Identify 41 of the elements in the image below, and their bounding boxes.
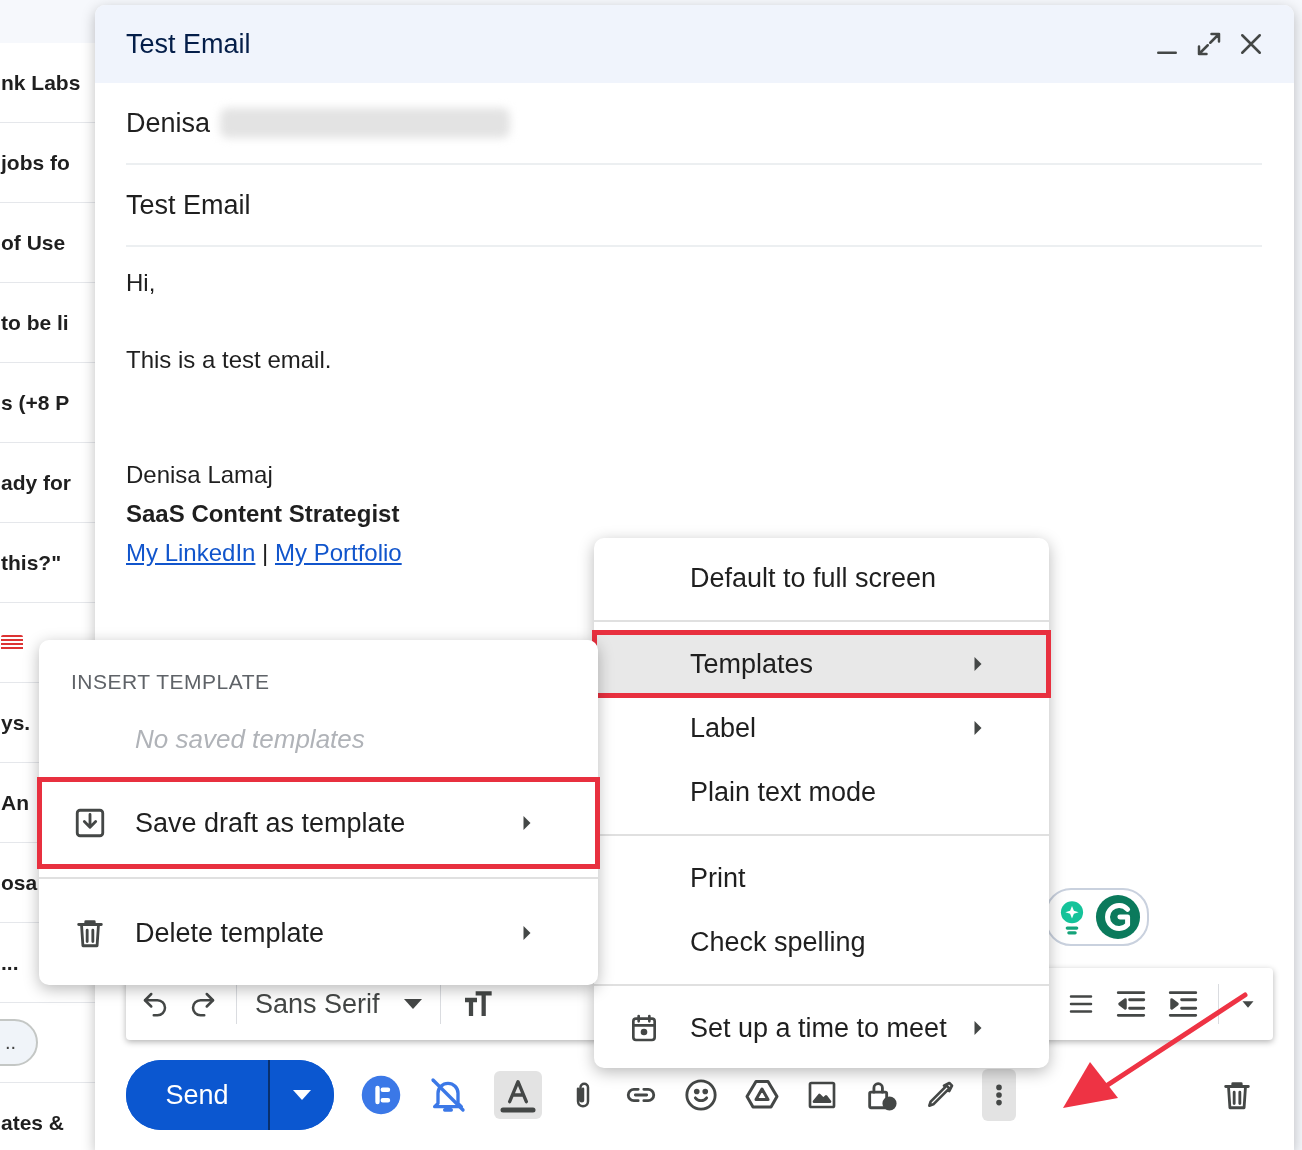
email-subject[interactable]: ... <box>1 950 19 975</box>
email-subject[interactable]: ys. <box>1 710 31 735</box>
link[interactable]: My LinkedIn <box>126 538 256 566</box>
link[interactable]: My Portfolio <box>275 538 402 566</box>
body-text: Hi, <box>126 269 157 298</box>
recipient-name: Denisa <box>126 107 211 139</box>
separator-text: | <box>262 538 269 566</box>
image-icon[interactable] <box>806 1079 838 1111</box>
email-subject[interactable]: this?" <box>1 550 62 575</box>
bell-off-icon[interactable] <box>428 1075 468 1115</box>
email-subject[interactable]: nk Labs <box>1 70 81 95</box>
font-dropdown[interactable]: Sans Serif <box>255 988 422 1020</box>
flag-icon <box>1 634 23 651</box>
caret-down-icon <box>403 999 422 1009</box>
menu-item[interactable]: Label <box>594 696 1049 760</box>
emoji-icon[interactable] <box>684 1078 718 1112</box>
extension-icon[interactable] <box>360 1074 402 1116</box>
caret-down-icon <box>293 1090 311 1100</box>
menu-item[interactable]: Set up a time to meet <box>594 996 1049 1060</box>
pill-button[interactable]: .. <box>0 1019 39 1066</box>
email-subject[interactable]: jobs fo <box>1 150 70 175</box>
email-subject[interactable]: s (+8 P <box>1 390 70 415</box>
email-subject[interactable]: ates & <box>1 1110 65 1135</box>
recipient-field[interactable]: Denisa <box>126 83 1262 165</box>
body-text: This is a test email. <box>126 345 333 375</box>
subject-field[interactable]: Test Email <box>126 165 1262 247</box>
email-subject[interactable]: to be li <box>1 310 69 335</box>
send-button[interactable]: Send <box>126 1060 270 1130</box>
email-subject[interactable]: osa <box>1 870 38 895</box>
empty-state-text: No saved templates <box>134 723 366 756</box>
email-subject[interactable]: ady for <box>1 470 71 495</box>
window-title: Test Email <box>126 28 252 60</box>
email-subject[interactable]: of Use <box>1 230 66 255</box>
download-tray-icon <box>73 806 107 840</box>
menu-heading: INSERT TEMPLATE <box>70 669 271 695</box>
menu-item[interactable]: Default to full screen <box>594 546 1049 610</box>
menu-item[interactable]: Templates <box>594 632 1049 696</box>
grammarly-logo-icon <box>1095 894 1141 940</box>
signature-title: SaaS Content Strategist <box>126 498 401 529</box>
signature-name: Denisa Lamaj <box>126 459 274 490</box>
email-subject[interactable]: An <box>1 790 29 815</box>
